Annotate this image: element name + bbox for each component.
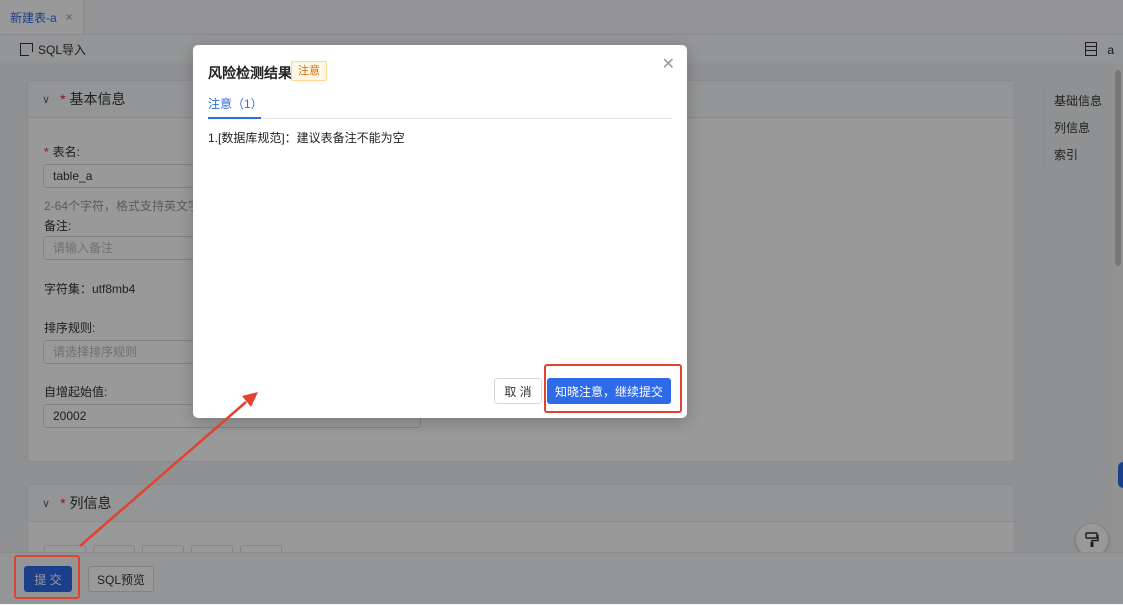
- annotation-arrow: [79, 392, 258, 547]
